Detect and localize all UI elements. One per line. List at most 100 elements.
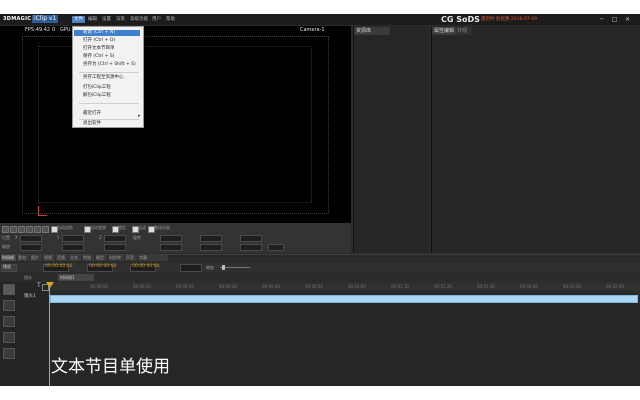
menu-item-unpack-project[interactable]: 解包iClip工程: [83, 93, 111, 99]
ruler-tick-label: 00:02:00: [606, 284, 624, 289]
app-title: iClip v1: [32, 15, 59, 23]
axis-x-icon: [38, 215, 47, 216]
brand-slogan: 遇到时 别犹豫 2016-07-09: [481, 17, 538, 22]
menu-item-recent[interactable]: 最近打开: [83, 111, 101, 117]
rotation-label: 旋转: [133, 235, 141, 240]
cut-tool-icon[interactable]: [3, 316, 15, 327]
zoom-slider-handle[interactable]: [222, 265, 225, 270]
render-viewport[interactable]: [0, 26, 351, 223]
tool-button[interactable]: [18, 226, 25, 233]
menu-item-new[interactable]: 新建 (Ctrl + N): [83, 30, 115, 36]
menu-item-save-to-resource-center[interactable]: 另存工程至资源中心: [83, 75, 124, 81]
tool-button[interactable]: [26, 226, 33, 233]
select-tool-icon[interactable]: [3, 284, 15, 295]
tool-button[interactable]: [2, 226, 9, 233]
resource-panel-title: 资源库: [356, 28, 372, 34]
menu-help[interactable]: 帮助: [166, 16, 175, 23]
track-clip[interactable]: [50, 295, 638, 303]
tab-text-label: 文本: [70, 255, 78, 260]
menu-advanced[interactable]: 高级功能: [130, 16, 148, 23]
camera-label[interactable]: Camera-1: [300, 27, 325, 33]
ruler-tick-label: 00:01:20: [434, 284, 452, 289]
menu-item-open-text-program[interactable]: 打开文本节目单: [83, 46, 115, 52]
menu-separator: [79, 72, 139, 73]
text-track-icon[interactable]: T: [37, 283, 41, 289]
tab-video-label: 视频: [44, 255, 52, 260]
menu-item-save[interactable]: 保存 (Ctrl + S): [83, 54, 114, 60]
tab-image-label: 图片: [31, 255, 39, 260]
minimize-button[interactable]: ─: [598, 16, 605, 23]
trim-tool-icon[interactable]: [3, 332, 15, 343]
subtab-timeline1-label: 时间线1: [60, 275, 75, 280]
ruler-tick-label: 00:00:00: [90, 284, 108, 289]
position-x-field[interactable]: [20, 235, 42, 242]
tab-subtitle-label: 字幕: [139, 255, 147, 260]
ruler-tick-label: 00:00:40: [262, 284, 280, 289]
menu-user[interactable]: 用户: [152, 16, 161, 23]
file-menu-dropdown: 新建 (Ctrl + N) 打开 (Ctrl + O) 打开文本节目单 保存 (…: [72, 26, 144, 128]
rotation-x-field[interactable]: [160, 235, 182, 242]
tab-effect-label: 特效: [83, 255, 91, 260]
app-logo: 3DMAGIC: [3, 16, 32, 22]
auto-track-label: 自动追踪: [57, 225, 73, 230]
axis-x-label: X: [15, 235, 18, 240]
mode-select[interactable]: [268, 244, 284, 251]
ruler-tick-label: 00:00:30: [219, 284, 237, 289]
ruler-tick-label: 00:00:20: [176, 284, 194, 289]
menu-separator: [79, 119, 139, 120]
ruler-tick-label: 00:01:30: [477, 284, 495, 289]
menu-render[interactable]: 渲染: [116, 16, 125, 23]
menu-settings[interactable]: 设置: [102, 16, 111, 23]
position-z-field[interactable]: [104, 235, 126, 242]
app-window: 3DMAGIC iClip v1 文件 编辑 设置 渲染 高级功能 用户 帮助 …: [0, 14, 640, 386]
menu-edit[interactable]: 编辑: [88, 16, 97, 23]
scale-z-field[interactable]: [104, 244, 126, 251]
tool-button[interactable]: [10, 226, 17, 233]
current-timecode: 00:00:00:00: [45, 264, 73, 269]
tab-sound-label: 声音: [126, 255, 134, 260]
position-y-field[interactable]: [62, 235, 84, 242]
timeline-tool-column: [0, 282, 16, 386]
menu-file[interactable]: 文件: [72, 16, 85, 23]
zoom-label: 缩放: [206, 265, 214, 270]
playhead[interactable]: [49, 282, 50, 386]
scale-label: 缩放: [2, 244, 10, 249]
track-name[interactable]: 镜头1: [24, 294, 36, 300]
pivot-x-field[interactable]: [160, 244, 182, 251]
zoom-tool-icon[interactable]: [3, 348, 15, 359]
resource-panel: [353, 26, 429, 253]
play-button-label: 播放: [3, 264, 11, 269]
menu-item-exit[interactable]: 退出软件: [83, 121, 101, 127]
ruler-tick-label: 00:01:00: [348, 284, 366, 289]
scale-y-field[interactable]: [62, 244, 84, 251]
pivot-y-field[interactable]: [200, 244, 222, 251]
tab-material-label: 素材: [18, 255, 26, 260]
ruler-tick-label: 00:01:40: [520, 284, 538, 289]
tool-button[interactable]: [42, 226, 49, 233]
fps-field[interactable]: [180, 264, 202, 272]
tab-timeline-label: 时间线: [2, 255, 14, 260]
menu-item-save-as[interactable]: 另存为 (Ctrl + Shift + S): [83, 62, 136, 68]
rotation-y-field[interactable]: [200, 235, 222, 242]
tab-model-label: 模型: [96, 255, 104, 260]
playhead-handle[interactable]: [46, 282, 54, 288]
path-animation-label: 路径动画: [154, 225, 170, 230]
duration-timecode: 00:00:00:00: [132, 264, 160, 269]
gpu-readout: GPU: [60, 27, 71, 33]
axis-y-label: Y: [57, 235, 60, 240]
brand-logo: CG SoDS: [441, 15, 480, 24]
close-button[interactable]: ✕: [624, 16, 631, 23]
menu-separator: [79, 103, 139, 104]
pivot-z-field[interactable]: [240, 244, 262, 251]
tool-button[interactable]: [34, 226, 41, 233]
subtab-shot[interactable]: 镜头: [24, 275, 32, 281]
menu-item-pack-project[interactable]: 打包iClip工程: [83, 85, 111, 91]
menu-item-open[interactable]: 打开 (Ctrl + O): [83, 38, 115, 44]
end-timecode: 00:00:00:00: [89, 264, 117, 269]
move-tool-icon[interactable]: [3, 300, 15, 311]
ruler-tick-label: 00:00:10: [133, 284, 151, 289]
scale-x-field[interactable]: [20, 244, 42, 251]
appearance-tab-label: 外观: [457, 28, 468, 34]
rotation-z-field[interactable]: [240, 235, 262, 242]
maximize-button[interactable]: □: [611, 16, 618, 23]
